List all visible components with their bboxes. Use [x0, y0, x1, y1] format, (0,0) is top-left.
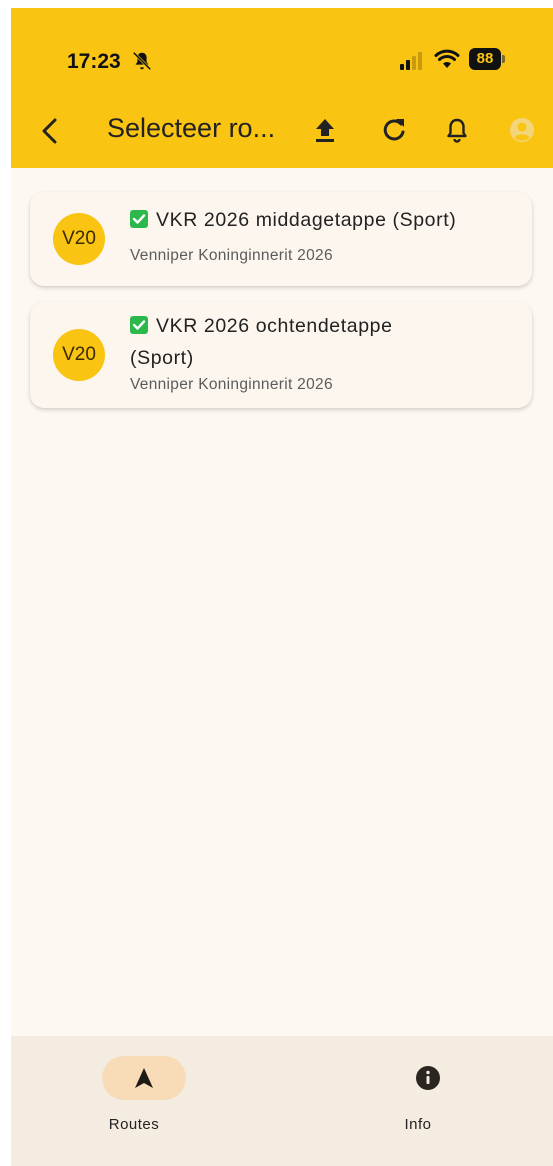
route-title-line1: VKR 2026 ochtendetappe [156, 315, 393, 337]
nav-icon-container [386, 1056, 470, 1100]
wifi-icon [434, 49, 460, 68]
bell-off-icon [132, 51, 152, 71]
nav-label-routes: Routes [108, 1116, 160, 1133]
route-title-line2: (Sport) [130, 347, 194, 369]
route-subtitle: Venniper Koninginnerit 2026 [130, 247, 333, 264]
app-screen: 17:23 88 Selecteer ro... V20 VKR 2026 mi… [11, 8, 553, 1166]
route-title-text: VKR 2026 middagetappe (Sport) [156, 209, 457, 231]
refresh-icon[interactable] [379, 115, 409, 145]
battery-icon: 88 [469, 48, 505, 70]
route-card[interactable]: V20 VKR 2026 middagetappe (Sport) Vennip… [30, 192, 532, 286]
bottom-navigation: Routes Info [11, 1036, 553, 1166]
battery-tip [502, 55, 505, 63]
page-title: Selecteer ro... [107, 113, 276, 143]
back-chevron-icon[interactable] [37, 116, 61, 146]
bell-icon[interactable] [442, 115, 472, 145]
route-subtitle: Venniper Koninginnerit 2026 [130, 376, 333, 393]
nav-label-info: Info [404, 1116, 432, 1133]
route-badge: V20 [53, 213, 105, 265]
route-card[interactable]: V20 VKR 2026 ochtendetappe (Sport) Venni… [30, 302, 532, 408]
info-icon [416, 1066, 440, 1090]
account-icon[interactable] [507, 115, 537, 145]
battery-level: 88 [469, 48, 501, 70]
checkmark-icon [130, 316, 148, 334]
nav-active-indicator [102, 1056, 186, 1100]
status-time: 17:23 [67, 50, 121, 73]
route-title: VKR 2026 middagetappe (Sport) [130, 204, 456, 236]
cellular-signal-icon [400, 52, 422, 70]
route-badge: V20 [53, 329, 105, 381]
app-header: 17:23 88 Selecteer ro... [11, 8, 553, 168]
checkmark-icon [130, 210, 148, 228]
route-title: VKR 2026 ochtendetappe (Sport) [130, 310, 393, 374]
navigation-arrow-icon [135, 1068, 153, 1088]
upload-icon[interactable] [310, 115, 340, 145]
nav-item-routes[interactable]: Routes [74, 1056, 194, 1136]
nav-item-info[interactable]: Info [358, 1056, 478, 1136]
